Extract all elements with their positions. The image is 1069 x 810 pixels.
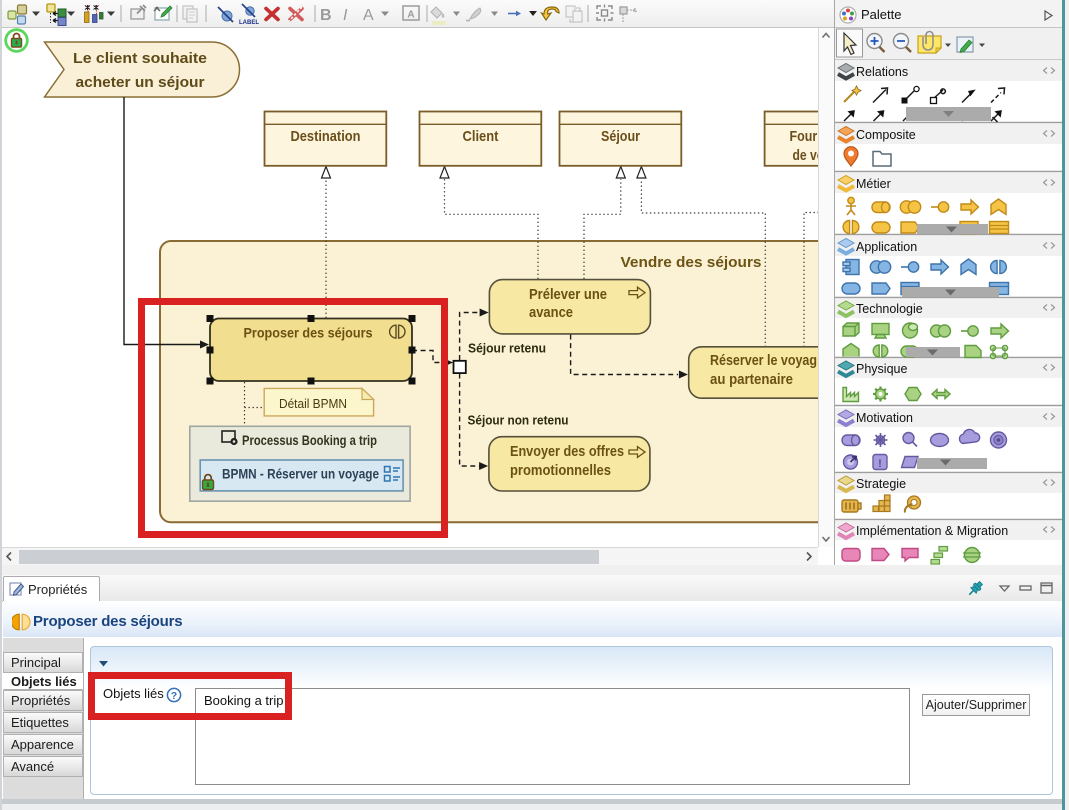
svg-text:Physique: Physique	[856, 362, 907, 376]
svg-text:Application: Application	[856, 240, 917, 254]
svg-text:Prélever une: Prélever une	[529, 286, 607, 303]
svg-text:Envoyer des offres: Envoyer des offres	[510, 443, 624, 460]
svg-text:I: I	[343, 7, 348, 24]
svg-text:Palette: Palette	[861, 7, 901, 22]
svg-text:Motivation: Motivation	[856, 411, 913, 425]
svg-text:Relations: Relations	[856, 65, 908, 79]
svg-text:de voyages: de voyages	[793, 147, 819, 164]
svg-text:Implémentation & Migration: Implémentation & Migration	[856, 524, 1008, 538]
svg-text:Le client souhaite: Le client souhaite	[73, 50, 207, 67]
svg-text:Destination: Destination	[291, 128, 361, 145]
svg-text:Composite: Composite	[856, 128, 916, 142]
svg-text:Strategie: Strategie	[856, 477, 906, 491]
svg-text:Séjour retenu: Séjour retenu	[468, 341, 546, 356]
svg-text:A: A	[407, 10, 414, 21]
svg-text:Réserver le voyag: Réserver le voyag	[710, 352, 817, 369]
svg-text:promotionnelles: promotionnelles	[510, 462, 611, 479]
svg-text:acheter un séjour: acheter un séjour	[76, 74, 205, 91]
svg-text:Séjour: Séjour	[601, 128, 640, 145]
svg-text:Fournisseur: Fournisseur	[790, 128, 819, 145]
svg-text:au partenaire: au partenaire	[710, 371, 793, 388]
svg-text:Vendre des séjours: Vendre des séjours	[621, 254, 762, 271]
svg-text:Métier: Métier	[856, 177, 891, 191]
svg-text:avance: avance	[529, 304, 573, 321]
svg-text:A: A	[363, 7, 374, 24]
svg-text:B: B	[320, 7, 332, 24]
svg-text:!: !	[878, 458, 882, 470]
svg-text:Client: Client	[463, 128, 499, 145]
svg-text:Technologie: Technologie	[856, 302, 923, 316]
svg-text:LABEL: LABEL	[239, 20, 259, 26]
svg-text:Séjour non retenu: Séjour non retenu	[468, 413, 569, 428]
